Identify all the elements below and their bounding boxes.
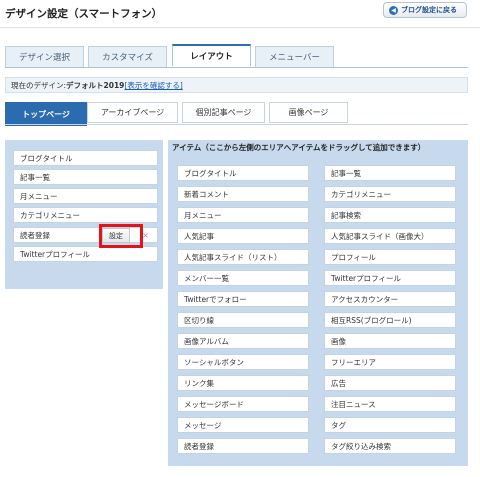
layout-item[interactable]: 月メニュー bbox=[13, 188, 158, 204]
view-design-link[interactable]: [表示を確認する] bbox=[124, 80, 182, 91]
tab-image-page[interactable]: 画像ページ bbox=[269, 102, 348, 123]
palette-item[interactable]: ブログタイトル bbox=[177, 165, 309, 181]
palette-item[interactable]: 画像アルバム bbox=[177, 333, 309, 349]
tab-top-page[interactable]: トップページ bbox=[5, 102, 87, 126]
palette-item[interactable]: 相互RSS(ブログロール) bbox=[324, 312, 456, 328]
tab-design-select[interactable]: デザイン選択 bbox=[5, 46, 84, 67]
main-tabs: デザイン選択 カスタマイズ レイアウト メニューバー bbox=[5, 44, 468, 68]
tab-layout[interactable]: レイアウト bbox=[172, 44, 251, 66]
palette-item[interactable]: フリーエリア bbox=[324, 354, 456, 370]
tab-customize[interactable]: カスタマイズ bbox=[88, 46, 167, 67]
palette-item[interactable]: 記事一覧 bbox=[324, 165, 456, 181]
palette-item[interactable]: 記事検索 bbox=[324, 207, 456, 223]
palette-item[interactable]: 新着コメント bbox=[177, 186, 309, 202]
palette-item[interactable]: 読者登録 bbox=[177, 438, 309, 454]
arrow-left-icon: ◀ bbox=[389, 5, 398, 15]
palette-item[interactable]: リンク集 bbox=[177, 375, 309, 391]
palette-item[interactable]: 人気記事スライド（リスト） bbox=[177, 249, 309, 265]
palette-item[interactable]: 広告 bbox=[324, 375, 456, 391]
tab-article-page[interactable]: 個別記事ページ bbox=[182, 102, 265, 123]
items-palette-header: アイテム（ここから左側のエリアへアイテムをドラッグして追加できます） bbox=[172, 143, 426, 152]
layout-item[interactable]: カテゴリメニュー bbox=[13, 207, 158, 223]
layout-item[interactable]: Twitterプロフィール bbox=[13, 246, 158, 262]
palette-item[interactable]: Twitterプロフィール bbox=[324, 270, 456, 286]
sub-tabs-divider bbox=[5, 124, 468, 125]
palette-item[interactable]: メッセージ bbox=[177, 417, 309, 433]
palette-item[interactable]: メッセージボード bbox=[177, 396, 309, 412]
current-design-prefix: 現在のデザイン: bbox=[11, 80, 67, 90]
tab-menubar[interactable]: メニューバー bbox=[255, 46, 334, 67]
palette-item[interactable]: ソーシャルボタン bbox=[177, 354, 309, 370]
palette-item[interactable]: 画像 bbox=[324, 333, 456, 349]
palette-item[interactable]: 月メニュー bbox=[177, 207, 309, 223]
palette-item[interactable]: プロフィール bbox=[324, 249, 456, 265]
palette-item[interactable]: Twitterでフォロー bbox=[177, 291, 309, 307]
layout-item[interactable]: ブログタイトル bbox=[13, 150, 158, 166]
palette-item[interactable]: 区切り線 bbox=[177, 312, 309, 328]
palette-item[interactable]: タグ絞り込み検索 bbox=[324, 438, 456, 454]
highlight-box bbox=[99, 224, 143, 248]
back-to-blog-settings-button[interactable]: ◀ ブログ設定に戻る bbox=[383, 2, 467, 18]
palette-item[interactable]: タグ bbox=[324, 417, 456, 433]
page-type-tabs: トップページ アーカイブページ 個別記事ページ 画像ページ bbox=[5, 102, 468, 126]
current-design-bar: 現在のデザイン: デフォルト2019 [表示を確認する] bbox=[5, 77, 468, 93]
title-divider bbox=[0, 27, 480, 28]
palette-item[interactable]: 人気記事 bbox=[177, 228, 309, 244]
palette-item[interactable]: アクセスカウンター bbox=[324, 291, 456, 307]
tab-archive-page[interactable]: アーカイブページ bbox=[87, 102, 178, 123]
back-button-label: ブログ設定に戻る bbox=[401, 6, 457, 14]
page-title: デザイン設定（スマートフォン） bbox=[5, 8, 163, 20]
palette-item[interactable]: 注目ニュース bbox=[324, 396, 456, 412]
palette-item[interactable]: メンバー一覧 bbox=[177, 270, 309, 286]
layout-item[interactable]: 記事一覧 bbox=[13, 169, 158, 185]
palette-item[interactable]: 人気記事スライド（画像大） bbox=[324, 228, 456, 244]
current-design-name: デフォルト2019 bbox=[66, 80, 125, 90]
palette-item[interactable]: カテゴリメニュー bbox=[324, 186, 456, 202]
